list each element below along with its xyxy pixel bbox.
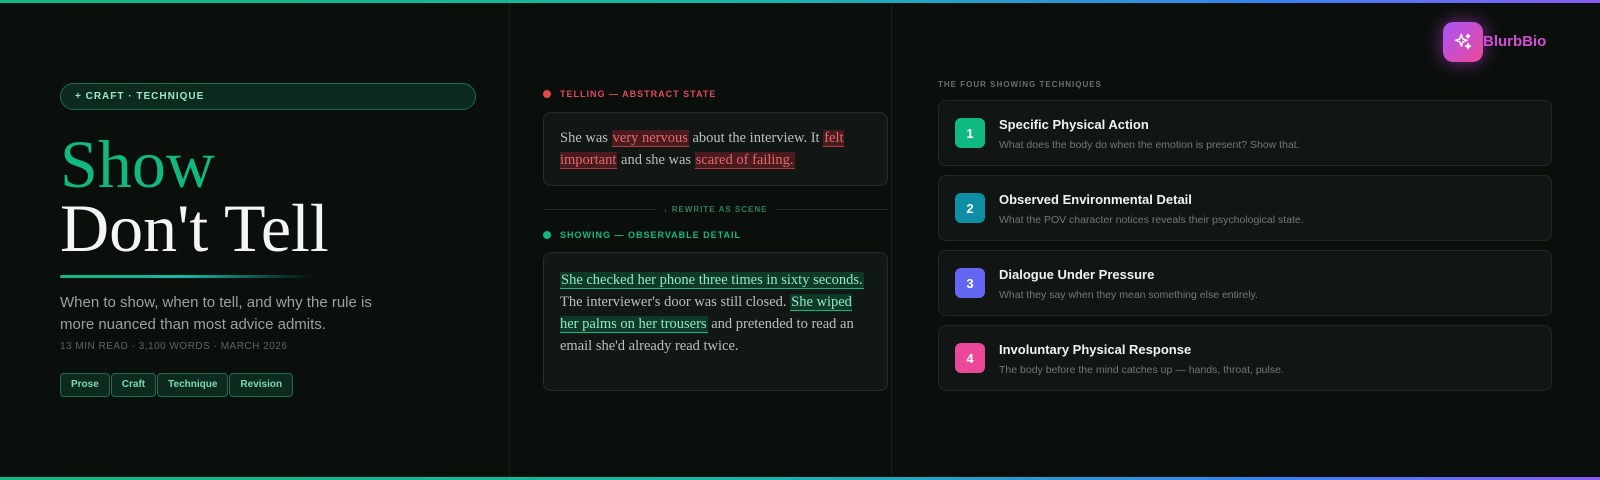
telling-highlight: very nervous bbox=[611, 130, 689, 147]
technique-description: What does the body do when the emotion i… bbox=[999, 139, 1300, 151]
tag-technique[interactable]: Technique bbox=[157, 373, 229, 397]
technique-title: Specific Physical Action bbox=[999, 117, 1149, 132]
technique-description: What they say when they mean something e… bbox=[999, 289, 1258, 301]
tag-prose[interactable]: Prose bbox=[60, 373, 110, 397]
sparkles-icon bbox=[1454, 33, 1472, 50]
technique-number: 1 bbox=[955, 118, 985, 148]
rewrite-divider: ↓ REWRITE AS SCENE bbox=[543, 203, 888, 215]
technique-title: Observed Environmental Detail bbox=[999, 192, 1192, 207]
article-header: + CRAFT · TECHNIQUE Show Don't Tell When… bbox=[60, 0, 476, 480]
brand-name[interactable]: BlurbBio bbox=[1483, 33, 1546, 50]
technique-title: Involuntary Physical Response bbox=[999, 342, 1192, 357]
column-divider bbox=[891, 3, 892, 477]
tag-revision[interactable]: Revision bbox=[229, 373, 294, 397]
subtitle: When to show, when to tell, and why the … bbox=[60, 294, 372, 333]
telling-highlight: scared of failing. bbox=[694, 152, 795, 169]
technique-card-4[interactable]: 4 Involuntary Physical Response The body… bbox=[938, 325, 1552, 391]
section-title: THE FOUR SHOWING TECHNIQUES bbox=[938, 80, 1102, 89]
telling-label: TELLING — ABSTRACT STATE bbox=[543, 89, 716, 99]
showing-example: She checked her phone three times in six… bbox=[543, 252, 888, 391]
brand-logo[interactable] bbox=[1443, 22, 1483, 62]
green-dot-icon bbox=[543, 231, 551, 239]
technique-card-3[interactable]: 3 Dialogue Under Pressure What they say … bbox=[938, 250, 1552, 316]
telling-example: She was very nervous about the interview… bbox=[543, 112, 888, 186]
techniques-panel: BlurbBio THE FOUR SHOWING TECHNIQUES 1 S… bbox=[938, 0, 1552, 480]
technique-number: 3 bbox=[955, 268, 985, 298]
category-pill[interactable]: + CRAFT · TECHNIQUE bbox=[60, 83, 476, 110]
showing-highlight: She checked her phone three times in six… bbox=[560, 272, 864, 289]
column-divider bbox=[509, 3, 510, 477]
technique-title: Dialogue Under Pressure bbox=[999, 267, 1155, 282]
comparison-panel: TELLING — ABSTRACT STATE She was very ne… bbox=[543, 0, 888, 480]
technique-number: 4 bbox=[955, 343, 985, 373]
red-dot-icon bbox=[543, 90, 551, 98]
technique-card-1[interactable]: 1 Specific Physical Action What does the… bbox=[938, 100, 1552, 166]
article-meta: 13 MIN READ · 3,100 WORDS · MARCH 2026 bbox=[60, 341, 288, 352]
showing-label-text: SHOWING — OBSERVABLE DETAIL bbox=[560, 230, 742, 240]
telling-segment: and she was bbox=[617, 152, 695, 168]
technique-number: 2 bbox=[955, 193, 985, 223]
tag-list: Prose Craft Technique Revision bbox=[60, 373, 294, 397]
technique-card-2[interactable]: 2 Observed Environmental Detail What the… bbox=[938, 175, 1552, 241]
technique-description: What the POV character notices reveals t… bbox=[999, 214, 1304, 226]
title-line-2: Don't Tell bbox=[60, 190, 329, 266]
telling-segment: about the interview. It bbox=[688, 130, 824, 146]
technique-description: The body before the mind catches up — ha… bbox=[999, 364, 1284, 376]
tag-craft[interactable]: Craft bbox=[110, 373, 157, 397]
rewrite-label: ↓ REWRITE AS SCENE bbox=[663, 204, 768, 214]
telling-label-text: TELLING — ABSTRACT STATE bbox=[560, 89, 717, 99]
showing-label: SHOWING — OBSERVABLE DETAIL bbox=[543, 230, 741, 240]
showing-segment: The interviewer's door was still closed. bbox=[560, 294, 791, 310]
title-underline bbox=[60, 275, 312, 278]
telling-segment: She was bbox=[560, 130, 612, 146]
